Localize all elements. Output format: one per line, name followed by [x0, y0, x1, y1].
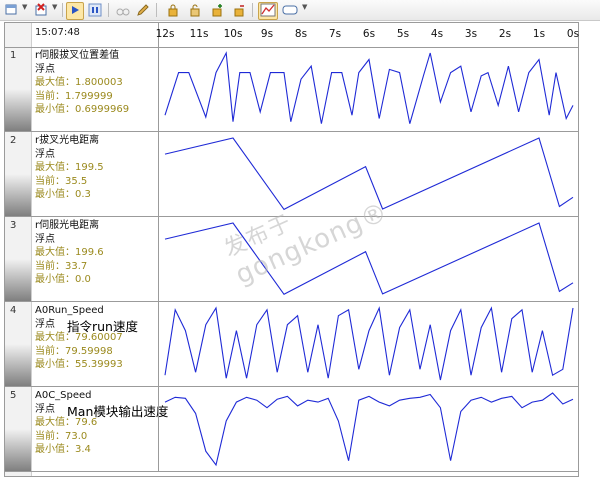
channel-label: r拔叉光电距离 浮点最大值：199.5 当前：35.5 最小值：0.3 — [35, 134, 157, 202]
lock-remove-icon[interactable] — [230, 2, 248, 20]
channel-row[interactable]: 5 A0C_Speed 浮点 最大值：79.6 当前：73.0 最小值：3.4 Man模块输… — [5, 387, 578, 472]
axis-tick: 0s — [566, 28, 580, 40]
series-line — [164, 306, 574, 381]
channel-label: r伺服光电距离 浮点最大值：199.6 当前：33.7 最小值：0.0 — [35, 219, 157, 287]
row-gradient — [5, 174, 31, 216]
channel-current: 当前：1.799999 — [35, 90, 113, 102]
series-line — [164, 222, 574, 296]
trend-chart — [164, 51, 574, 124]
trend-chart — [164, 222, 574, 296]
row-number: 5 — [10, 390, 17, 401]
channel-type: 浮点 — [35, 148, 55, 160]
lock-add-icon[interactable] — [208, 2, 226, 20]
chevron-down-icon[interactable]: ▼ — [22, 3, 27, 11]
display-icon[interactable] — [280, 2, 300, 20]
row-gradient — [5, 344, 31, 386]
time-axis: 12s 11s 10s 9s 8s 7s 6s 5s 4s 3s 2s 1s 0s — [155, 23, 580, 47]
trend-chart — [164, 137, 574, 211]
row-gradient — [5, 89, 31, 131]
separator — [252, 3, 253, 17]
channel-min: 最小值：0.3 — [35, 189, 91, 200]
channel-label: A0Run_Speed 浮点 最大值：79.60007 当前：79.59998 最小值：… — [35, 304, 157, 372]
chevron-down-icon[interactable]: ▼ — [52, 3, 57, 11]
channel-plot — [158, 302, 579, 386]
channel-plot — [158, 387, 579, 471]
separator — [108, 3, 109, 17]
current-time: 15:07:48 — [35, 27, 80, 38]
remove-channel-icon[interactable] — [32, 2, 52, 20]
axis-tick: 1s — [532, 28, 546, 40]
binoculars-icon[interactable] — [114, 2, 132, 20]
channel-type: 浮点 — [35, 233, 55, 245]
series-line — [164, 137, 574, 211]
axis-tick: 12s — [155, 28, 175, 40]
row-number: 2 — [10, 135, 17, 146]
channel-max: 最大值：199.5 — [35, 162, 104, 173]
row-number: 4 — [10, 305, 17, 316]
channel-row[interactable]: 3 r伺服光电距离 浮点最大值：199.6 当前：33.7 最小值：0.0 — [5, 217, 578, 302]
pause-icon[interactable] — [86, 2, 104, 20]
axis-tick: 9s — [260, 28, 274, 40]
channel-row[interactable]: 4 A0Run_Speed 浮点 最大值：79.60007 当前：79.59998 最小值… — [5, 302, 578, 387]
trend-chart — [164, 392, 574, 467]
lock-icon[interactable] — [164, 2, 182, 20]
axis-tick: 6s — [362, 28, 376, 40]
channel-min: 最小值：55.39993 — [35, 359, 123, 370]
axis-tick: 5s — [396, 28, 410, 40]
channel-min: 最小值：3.4 — [35, 444, 91, 455]
series-line — [164, 51, 574, 124]
series-line — [164, 392, 574, 467]
channel-note: 指令run速度 — [67, 319, 138, 334]
separator — [62, 3, 63, 17]
channel-plot — [158, 217, 579, 301]
add-channel-icon[interactable] — [2, 2, 22, 20]
start-icon[interactable] — [66, 2, 84, 20]
chevron-down-icon[interactable]: ▼ — [302, 3, 307, 11]
channel-min: 最小值：0.6999969 — [35, 104, 130, 115]
channel-max: 最大值：1.800003 — [35, 77, 123, 88]
pencil-icon[interactable] — [134, 2, 152, 20]
time-header: 15:07:48 12s 11s 10s 9s 8s 7s 6s 5s 4s 3s 2s 1s 0s — [5, 23, 580, 48]
channel-max: 最大值：199.6 — [35, 247, 104, 258]
row-number: 3 — [10, 220, 17, 231]
channel-current: 当前：33.7 — [35, 260, 88, 272]
row-gradient — [5, 429, 31, 471]
lock-open-icon[interactable] — [186, 2, 204, 20]
axis-tick: 3s — [464, 28, 478, 40]
channel-note: Man模块输出速度 — [67, 404, 169, 419]
channel-plot — [158, 47, 579, 131]
channel-type: 浮点 — [35, 63, 55, 75]
axis-tick: 8s — [294, 28, 308, 40]
axis-tick: 7s — [328, 28, 342, 40]
channel-name: r伺服拔叉位置差值 — [35, 50, 120, 61]
trend-view: 15:07:48 12s 11s 10s 9s 8s 7s 6s 5s 4s 3s 2s 1s 0s 1… — [4, 22, 579, 477]
axis-tick: 4s — [430, 28, 444, 40]
channel-plot — [158, 132, 579, 216]
toolbar: ▼ ▼ ▼ — [0, 0, 600, 21]
channel-row[interactable]: 2 r拔叉光电距离 浮点最大值：199.5 当前：35.5 最小值：0.3 — [5, 132, 578, 217]
channel-current: 当前：79.59998 — [35, 345, 113, 357]
channel-min: 最小值：0.0 — [35, 274, 91, 285]
axis-tick: 11s — [189, 28, 209, 40]
channel-name: r拔叉光电距离 — [35, 135, 100, 146]
row-number: 1 — [10, 50, 17, 61]
chart-icon[interactable] — [258, 2, 278, 20]
channel-label: r伺服拔叉位置差值 浮点最大值：1.800003 当前：1.799999 最小值：0.… — [35, 49, 157, 117]
axis-tick: 10s — [223, 28, 243, 40]
channel-current: 当前：73.0 — [35, 430, 88, 442]
separator — [156, 3, 157, 17]
trend-chart — [164, 306, 574, 381]
row-gradient — [5, 259, 31, 301]
channel-row[interactable]: 1 r伺服拔叉位置差值 浮点最大值：1.800003 当前：1.799999 最小值：0… — [5, 47, 578, 132]
channel-current: 当前：35.5 — [35, 175, 88, 187]
channel-name: r伺服光电距离 — [35, 220, 100, 231]
channel-label: A0C_Speed 浮点 最大值：79.6 当前：73.0 最小值：3.4 — [35, 389, 157, 457]
axis-tick: 2s — [498, 28, 512, 40]
